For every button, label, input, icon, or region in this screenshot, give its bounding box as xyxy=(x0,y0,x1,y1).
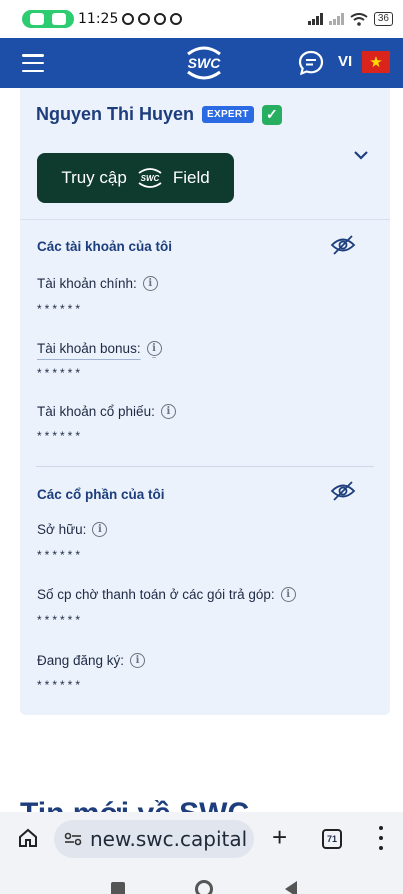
stock-account-label: Tài khoản cổ phiếu: i xyxy=(37,404,176,419)
accounts-title: Các tài khoản của tôi xyxy=(37,239,173,254)
battery-icon: 36 xyxy=(373,12,393,26)
owned-shares-label: Sở hữu: i xyxy=(37,522,108,537)
status-bar: 11:25 36 xyxy=(0,0,403,38)
field-logo-text: SWC xyxy=(140,174,159,183)
chat-icon[interactable] xyxy=(298,50,324,76)
bonus-account-value: ****** xyxy=(37,366,84,380)
language-label[interactable]: VI xyxy=(338,53,352,70)
expert-badge: EXPERT xyxy=(202,106,254,123)
field-button-prefix: Truy cập xyxy=(61,168,127,187)
owned-shares-value: ****** xyxy=(37,548,84,562)
recents-icon[interactable] xyxy=(111,882,125,894)
pending-shares-value: ****** xyxy=(37,613,84,627)
verified-check-icon: ✓ xyxy=(261,104,282,125)
main-account-label: Tài khoản chính: i xyxy=(37,276,158,291)
site-settings-icon[interactable] xyxy=(64,832,82,846)
swc-field-logo-icon: SWC xyxy=(138,168,162,188)
home-button-icon[interactable] xyxy=(195,880,213,894)
home-icon[interactable] xyxy=(18,828,38,848)
field-button-suffix: Field xyxy=(172,168,210,187)
swc-logo[interactable]: SWC xyxy=(180,44,228,82)
logo-text: SWC xyxy=(188,55,222,71)
wifi-icon xyxy=(350,12,368,26)
mic-icon xyxy=(52,13,66,25)
divider xyxy=(36,466,374,467)
messenger-icon xyxy=(170,13,183,25)
tab-count-button[interactable]: 71 xyxy=(322,829,342,849)
url-text[interactable]: new.swc.capital xyxy=(90,827,247,851)
eye-off-icon[interactable] xyxy=(330,480,356,502)
app-header: SWC VI ★ xyxy=(0,38,403,88)
vietnam-flag-icon[interactable]: ★ xyxy=(362,51,390,73)
camera-icon xyxy=(30,13,44,25)
pending-shares-label: Số cp chờ thanh toán ở các gói trả góp: … xyxy=(37,587,296,602)
recording-indicator xyxy=(22,10,74,28)
menu-icon[interactable] xyxy=(22,54,44,72)
facebook-icon-2 xyxy=(154,13,167,25)
info-icon[interactable]: i xyxy=(146,341,162,356)
registering-shares-label: Đang đăng ký: i xyxy=(37,653,146,668)
stock-account-value: ****** xyxy=(37,429,84,443)
signal-icon-2 xyxy=(328,13,344,25)
info-icon[interactable]: i xyxy=(280,587,296,602)
info-icon[interactable]: i xyxy=(92,522,108,537)
alarm-icon xyxy=(122,13,135,25)
main-account-value: ****** xyxy=(37,302,84,316)
browser-toolbar: new.swc.capital + 71 xyxy=(0,812,403,864)
info-icon[interactable]: i xyxy=(160,404,176,419)
registering-shares-value: ****** xyxy=(37,678,84,692)
signal-icon xyxy=(307,13,323,25)
profile-name-row: Nguyen Thi Huyen EXPERT ✓ xyxy=(36,104,282,125)
shares-title: Các cổ phần của tôi xyxy=(37,487,165,502)
address-bar[interactable]: new.swc.capital xyxy=(54,820,254,858)
back-icon[interactable] xyxy=(285,881,297,894)
access-field-button[interactable]: Truy cập SWC Field xyxy=(37,153,234,203)
profile-card: Nguyen Thi Huyen EXPERT ✓ Truy cập SWC F… xyxy=(20,88,390,715)
new-tab-icon[interactable]: + xyxy=(272,822,287,853)
bonus-account-label[interactable]: Tài khoản bonus: i xyxy=(37,341,162,356)
facebook-icon xyxy=(138,13,151,25)
more-options-icon[interactable] xyxy=(378,826,384,850)
chevron-down-icon[interactable] xyxy=(354,150,368,160)
info-icon[interactable]: i xyxy=(130,653,146,668)
system-nav-bar xyxy=(0,864,403,894)
user-name: Nguyen Thi Huyen xyxy=(36,104,195,124)
eye-off-icon[interactable] xyxy=(330,234,356,256)
divider xyxy=(20,219,390,220)
info-icon[interactable]: i xyxy=(142,276,158,291)
status-time: 11:25 xyxy=(78,11,119,27)
